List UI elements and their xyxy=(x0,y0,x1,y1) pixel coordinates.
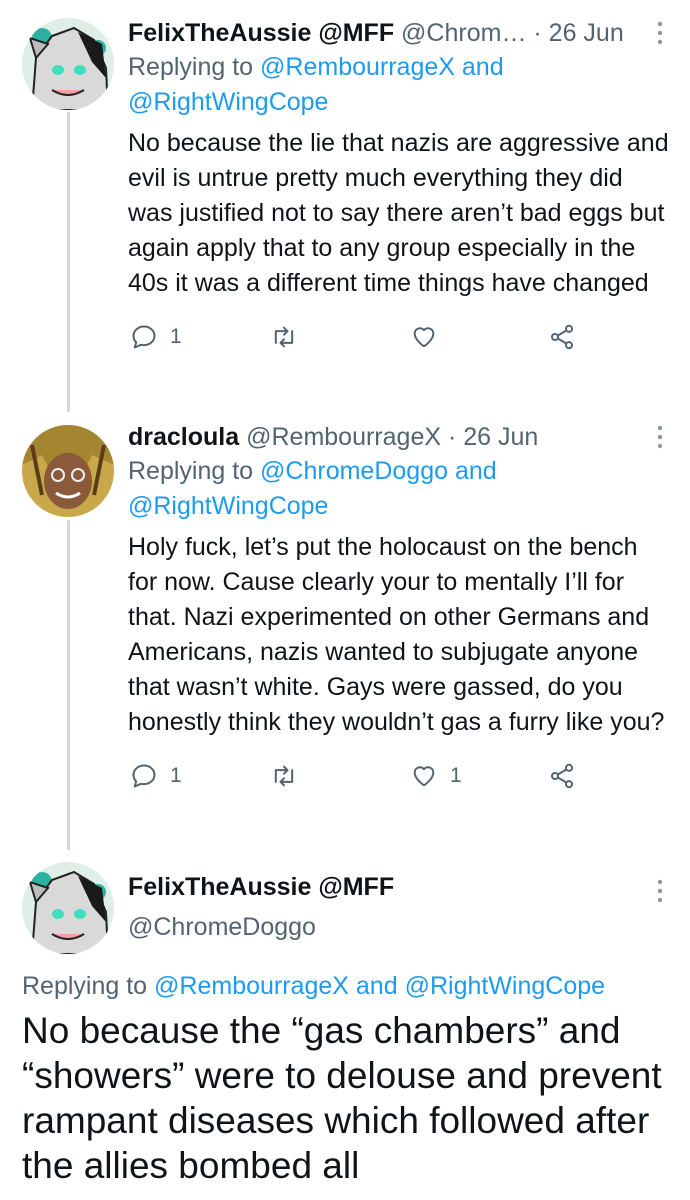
reply-button[interactable]: 1 xyxy=(130,762,182,790)
replying-to: Replying to @RembourrageX and @RightWing… xyxy=(22,968,605,1004)
replying-to: Replying to @RembourrageX and @RightWing… xyxy=(128,50,672,120)
more-icon[interactable] xyxy=(648,422,672,452)
display-name[interactable]: FelixTheAussie @MFF xyxy=(128,873,394,901)
handle[interactable]: @ChromeDoggo xyxy=(128,910,672,944)
tweet-2[interactable]: dracloula @RembourrageX · 26 Jun Replyin… xyxy=(128,420,672,802)
like-button[interactable] xyxy=(410,323,450,351)
handle[interactable]: @RembourrageX xyxy=(246,423,441,451)
display-name[interactable]: dracloula xyxy=(128,423,239,451)
reply-count: 1 xyxy=(170,325,182,348)
replying-to-label: Replying to xyxy=(128,53,254,81)
replying-to-label: Replying to xyxy=(128,457,254,485)
tweet-1[interactable]: FelixTheAussie @MFF @Chrom… · 26 Jun Rep… xyxy=(128,16,672,363)
and-link[interactable]: and xyxy=(356,972,398,1000)
thread-line-1 xyxy=(67,112,70,412)
mention-link[interactable]: @RembourrageX xyxy=(260,53,455,81)
avatar-furry-image xyxy=(22,862,114,954)
more-icon[interactable] xyxy=(648,18,672,48)
and-link[interactable]: and xyxy=(462,53,504,81)
mention-link[interactable]: @RembourrageX xyxy=(154,972,349,1000)
avatar[interactable] xyxy=(22,862,114,954)
mention-link[interactable]: @RightWingCope xyxy=(128,88,328,116)
like-count: 1 xyxy=(450,764,462,787)
and-link[interactable]: and xyxy=(455,457,497,485)
tweet-actions: 1 1 xyxy=(128,762,672,802)
timestamp[interactable]: · 26 Jun xyxy=(448,423,538,451)
display-name[interactable]: FelixTheAussie @MFF xyxy=(128,19,394,47)
tweet-text: Holy fuck, let’s put the holocaust on th… xyxy=(128,533,665,736)
replying-to-label: Replying to xyxy=(22,972,148,1000)
share-icon xyxy=(550,324,574,350)
avatar[interactable] xyxy=(22,425,114,517)
tweet-actions: 1 xyxy=(128,323,672,363)
replying-to: Replying to @ChromeDoggo and @RightWingC… xyxy=(128,454,672,524)
main-name-row: FelixTheAussie @MFF xyxy=(128,870,672,904)
handle[interactable]: @Chrom… xyxy=(401,19,526,47)
mention-link[interactable]: @ChromeDoggo xyxy=(260,457,448,485)
mention-link[interactable]: @RightWingCope xyxy=(405,972,605,1000)
reply-icon xyxy=(132,764,156,788)
like-icon xyxy=(413,766,435,787)
like-button[interactable]: 1 xyxy=(410,762,462,790)
reply-count: 1 xyxy=(170,764,182,787)
timestamp[interactable]: · 26 Jun xyxy=(533,19,623,47)
share-button[interactable] xyxy=(548,762,576,790)
mention-link[interactable]: @RightWingCope xyxy=(128,492,328,520)
tweet-text: No because the lie that nazis are aggres… xyxy=(128,129,669,297)
reply-icon xyxy=(132,325,156,349)
avatar-furry-image xyxy=(22,18,114,110)
tweet-header: FelixTheAussie @MFF @Chrom… · 26 Jun xyxy=(128,16,672,50)
main-tweet-text: No because the “gas chambers” and “showe… xyxy=(22,1010,662,1186)
retweet-button[interactable] xyxy=(270,762,310,790)
more-icon[interactable] xyxy=(648,876,672,906)
tweet-header: dracloula @RembourrageX · 26 Jun xyxy=(128,420,672,454)
avatar[interactable] xyxy=(22,18,114,110)
like-icon xyxy=(413,327,435,348)
thread-line-2 xyxy=(67,520,70,850)
share-icon xyxy=(550,763,574,789)
main-tweet-header: FelixTheAussie @MFF @ChromeDoggo xyxy=(128,870,672,944)
retweet-button[interactable] xyxy=(270,323,310,351)
retweet-icon xyxy=(274,326,294,348)
avatar-drawing-image xyxy=(22,425,114,517)
reply-button[interactable]: 1 xyxy=(130,323,182,351)
share-button[interactable] xyxy=(548,323,576,351)
retweet-icon xyxy=(274,765,294,787)
